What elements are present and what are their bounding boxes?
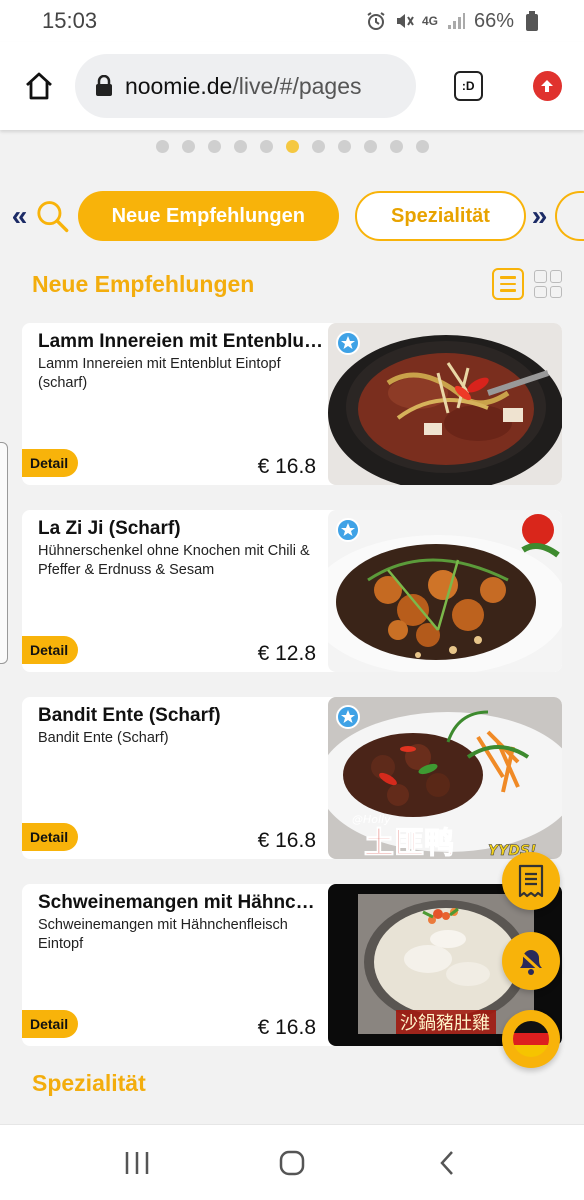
dish-info: Bandit Ente (Scharf) Bandit Ente (Scharf… (38, 703, 328, 748)
dish-image[interactable] (328, 323, 562, 485)
section-header: Neue Empfehlungen (32, 268, 562, 300)
detail-button[interactable]: Detail (22, 823, 78, 851)
image-caption: 土匪鸭 (364, 826, 454, 859)
grid-view-icon[interactable] (534, 270, 562, 298)
image-watermark: @Holly (352, 813, 391, 826)
section-title: Neue Empfehlungen (32, 270, 255, 297)
back-icon (439, 1150, 453, 1175)
dish-price: € 16.8 (257, 455, 316, 478)
dish-price: € 16.8 (257, 1016, 316, 1039)
bell-icon (516, 948, 546, 976)
star-icon (336, 518, 360, 542)
dish-card[interactable]: Bandit Ente (Scharf) Bandit Ente (Scharf… (22, 697, 562, 859)
category-bar: « Neue Empfehlungen Spezialität » (0, 190, 584, 242)
arrow-up-icon (541, 80, 554, 92)
carousel-dot[interactable] (285, 140, 299, 153)
carousel-dots (0, 140, 584, 153)
scroll-right-icon[interactable]: » (528, 200, 551, 232)
signal-icon (446, 11, 466, 31)
search-icon[interactable] (35, 198, 70, 234)
dish-card[interactable]: Schweinemangen mit Hähnc… Schweinemangen… (22, 884, 562, 1046)
category-tab-partial[interactable] (555, 191, 584, 241)
language-button[interactable] (502, 1010, 560, 1068)
dish-title: Lamm Innereien mit Entenblu… (38, 331, 324, 352)
recents-icon (126, 1151, 149, 1174)
call-waiter-button[interactable] (502, 932, 560, 990)
dish-info: La Zi Ji (Scharf) Hühnerschenkel ohne Kn… (38, 516, 328, 580)
battery-icon (522, 11, 542, 31)
dish-price: € 12.8 (257, 642, 316, 665)
home-nav-icon (279, 1150, 305, 1175)
category-tab[interactable]: Spezialität (354, 191, 527, 241)
dish-title: La Zi Ji (Scharf) (38, 518, 181, 539)
dish-title: Schweinemangen mit Hähnc… (38, 892, 315, 913)
receipt-icon (518, 864, 544, 898)
dish-card[interactable]: La Zi Ji (Scharf) Hühnerschenkel ohne Kn… (22, 510, 562, 672)
recents-button[interactable] (117, 1143, 157, 1183)
view-toggle (492, 268, 562, 300)
dish-card[interactable]: Lamm Innereien mit Entenblu… Lamm Innere… (22, 323, 562, 485)
alarm-icon (366, 11, 386, 31)
page-content: « Neue Empfehlungen Spezialität » Neue E… (0, 130, 584, 1124)
mute-icon (394, 11, 414, 31)
address-bar[interactable]: noomie.de/live/#/pages (74, 54, 416, 118)
url-domain: noomie.de (124, 72, 233, 99)
dish-price: € 16.8 (257, 829, 316, 852)
dish-list: Lamm Innereien mit Entenblu… Lamm Innere… (22, 323, 562, 1071)
status-icons: 4G 66% (366, 10, 542, 33)
dish-title: Bandit Ente (Scharf) (38, 705, 221, 726)
carousel-dot[interactable] (311, 140, 325, 153)
detail-button[interactable]: Detail (22, 1010, 78, 1038)
detail-button[interactable]: Detail (22, 449, 78, 477)
status-time: 15:03 (42, 8, 98, 33)
category-tab-active[interactable]: Neue Empfehlungen (77, 191, 339, 241)
side-drawer-handle[interactable] (0, 442, 8, 664)
scroll-left-icon[interactable]: « (8, 200, 31, 232)
list-view-icon[interactable] (492, 268, 524, 300)
url-text: noomie.de/live/#/pages (125, 73, 362, 100)
dish-image[interactable] (328, 510, 562, 672)
dish-description: Hühnerschenkel ohne Knochen mit Chili & … (38, 543, 310, 578)
star-icon (336, 331, 360, 355)
update-button[interactable] (532, 71, 562, 101)
image-caption: 沙鍋豬肚雞 (400, 1013, 490, 1034)
menu-receipt-button[interactable] (502, 852, 560, 910)
system-nav-bar (0, 1124, 584, 1200)
dish-description: Lamm Innereien mit Entenblut Eintopf (sc… (38, 356, 281, 391)
carousel-dot[interactable] (259, 140, 273, 153)
network-label: 4G (421, 14, 438, 28)
carousel-dot[interactable] (181, 140, 195, 153)
dish-image[interactable]: @Holly 土匪鸭 YYDS! (328, 697, 562, 859)
back-button[interactable] (427, 1143, 467, 1183)
battery-percent: 66% (473, 9, 514, 32)
lock-icon (95, 75, 112, 96)
dish-description: Bandit Ente (Scharf) (38, 730, 169, 746)
carousel-dot[interactable] (207, 140, 221, 153)
carousel-dot[interactable] (233, 140, 247, 153)
carousel-dot[interactable] (337, 140, 351, 153)
home-icon (26, 72, 53, 100)
carousel-dot[interactable] (389, 140, 403, 153)
carousel-dot[interactable] (415, 140, 429, 153)
detail-button[interactable]: Detail (22, 636, 78, 664)
dish-description: Schweinemangen mit Hähnchenfleisch Einto… (38, 917, 288, 952)
home-nav-button[interactable] (272, 1143, 312, 1183)
star-icon (336, 705, 360, 729)
browser-toolbar: noomie.de/live/#/pages :D (0, 42, 584, 130)
german-flag-icon (513, 1021, 549, 1057)
dish-info: Schweinemangen mit Hähnc… Schweinemangen… (38, 890, 328, 954)
tabs-button[interactable]: :D (453, 71, 483, 101)
url-path: /live/#/pages (232, 72, 362, 99)
carousel-dot[interactable] (155, 140, 169, 153)
carousel-dot[interactable] (363, 140, 377, 153)
home-button[interactable] (22, 68, 57, 104)
status-bar: 15:03 4G 66% (0, 0, 584, 42)
dish-info: Lamm Innereien mit Entenblu… Lamm Innere… (38, 329, 328, 393)
section-title-specialty: Spezialität (32, 1070, 146, 1096)
